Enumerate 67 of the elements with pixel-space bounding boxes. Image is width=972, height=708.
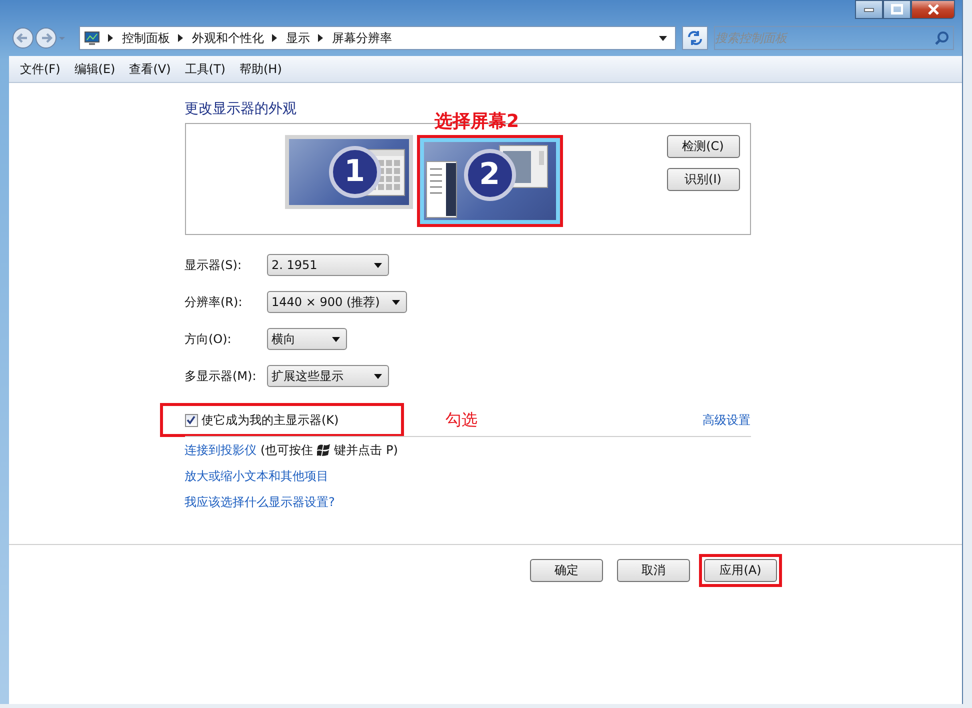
dropdown[interactable]: 2. 1951 (266, 254, 388, 276)
monitor-thumbnail[interactable]: 2 (420, 138, 560, 224)
hint-text: (也可按住 (260, 442, 314, 458)
help-link[interactable]: 放大或缩小文本和其他项目 (184, 468, 328, 484)
refresh-icon (686, 29, 704, 47)
back-button[interactable] (12, 27, 34, 49)
push-button[interactable]: 取消 (617, 559, 690, 582)
field-label: 分辨率(R): (184, 294, 244, 310)
monitor-number[interactable]: 2 (464, 149, 516, 201)
start-menu-drawing (426, 161, 456, 218)
menu-item[interactable]: 工具(T) (180, 60, 230, 78)
windows-key-icon (317, 443, 330, 457)
close-icon (928, 4, 938, 15)
field-label: 方向(O): (184, 330, 232, 348)
breadcrumb-item[interactable]: 屏幕分辨率 (332, 30, 392, 46)
dropdown[interactable]: 扩展这些显示 (266, 365, 388, 387)
close-button[interactable] (911, 0, 955, 19)
dropdown-value: 横向 (272, 330, 296, 348)
breadcrumb-item[interactable]: 显示 (286, 30, 310, 46)
checkbox-label[interactable]: 使它成为我的主显示器(K) (202, 412, 339, 428)
field-label: 显示器(S): (184, 256, 243, 274)
search-icon (935, 31, 949, 45)
maximize-button[interactable] (883, 0, 911, 19)
checkbox[interactable] (184, 414, 198, 426)
caret-icon (392, 300, 400, 304)
dropdown[interactable]: 1440 × 900 (推荐) (266, 291, 406, 313)
caret-icon (374, 262, 382, 268)
field-label: 多显示器(M): (184, 368, 258, 384)
dropdown-value: 扩展这些显示 (272, 368, 344, 384)
maximize-icon (891, 4, 903, 15)
dropdown-value: 1440 × 900 (推荐) (272, 294, 380, 310)
refresh-button[interactable] (682, 26, 708, 50)
chevron-icon (318, 34, 324, 42)
chevron-icon (272, 34, 278, 42)
monitor-icon (84, 30, 100, 46)
section-heading: 更改显示器的外观 (184, 100, 298, 119)
push-button[interactable]: 识别(I) (666, 168, 740, 191)
chevron-icon (108, 34, 114, 42)
forward-button[interactable] (35, 27, 57, 49)
chevron-icon (178, 34, 184, 42)
advanced-settings-link[interactable]: 高级设置 (702, 412, 750, 428)
dropdown-arrow-icon[interactable] (659, 36, 667, 40)
dropdown[interactable]: 横向 (266, 328, 346, 350)
push-button[interactable]: 检测(C) (666, 135, 740, 158)
help-link[interactable]: 连接到投影仪 (184, 442, 256, 458)
monitor-number[interactable]: 1 (328, 146, 380, 198)
hint-text: 键并点击 P) (334, 442, 398, 458)
menu-item[interactable]: 编辑(E) (69, 60, 120, 78)
annotation-text: 选择屏幕2 (434, 110, 520, 133)
breadcrumb-item[interactable]: 外观和个性化 (192, 30, 264, 46)
menu-item[interactable]: 文件(F) (15, 60, 66, 78)
address-bar[interactable]: 控制面板 外观和个性化 显示 屏幕分辨率 (79, 26, 676, 50)
checkmark-icon (186, 415, 196, 425)
push-button[interactable]: 确定 (530, 559, 603, 582)
menu-item[interactable]: 帮助(H) (234, 60, 287, 78)
caret-icon (374, 374, 382, 378)
caret-icon (332, 336, 340, 342)
minimize-button[interactable] (855, 0, 883, 19)
dropdown-value: 2. 1951 (272, 258, 318, 272)
push-button[interactable]: 应用(A) (704, 559, 777, 582)
breadcrumb-item[interactable]: 控制面板 (122, 30, 170, 46)
menu-item[interactable]: 查看(V) (124, 60, 176, 78)
help-link[interactable]: 我应该选择什么显示器设置? (184, 494, 335, 510)
minimize-icon (864, 8, 874, 12)
monitor-thumbnail[interactable]: 1 (284, 135, 412, 209)
annotation-text: 勾选 (446, 410, 478, 430)
search-field[interactable]: 搜索控制面板 (714, 26, 954, 50)
